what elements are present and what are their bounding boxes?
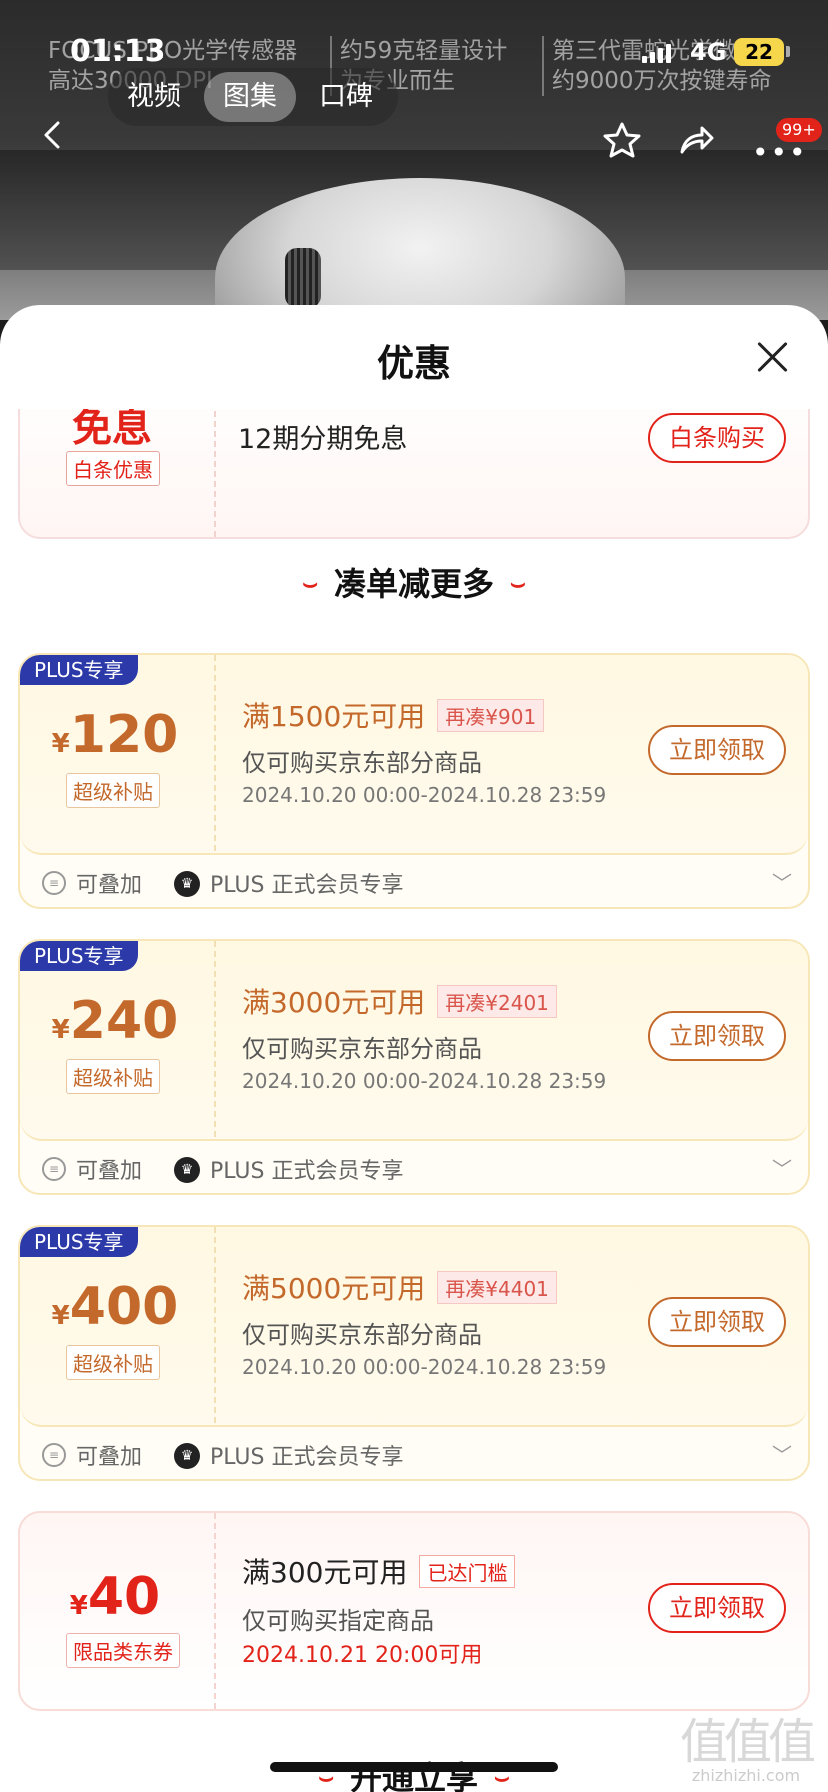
stackable-icon: ≡ <box>42 1443 66 1467</box>
coupon-type-tag: 超级补贴 <box>66 773 160 808</box>
member-label: PLUS 正式会员专享 <box>210 1445 404 1470</box>
stackable-icon: ≡ <box>42 871 66 895</box>
coupon-period: 2024.10.20 00:00-2024.10.28 23:59 <box>242 1069 607 1093</box>
favorite-star-icon[interactable] <box>602 120 642 160</box>
chevron-down-icon[interactable]: ﹀ <box>772 867 792 896</box>
card-divider <box>214 655 216 851</box>
claim-button[interactable]: 立即领取 <box>648 1583 786 1633</box>
stackable-icon: ≡ <box>42 1157 66 1181</box>
chevron-down-icon[interactable]: ﹀ <box>772 1439 792 1468</box>
need-more-badge: 再凑¥901 <box>437 698 545 732</box>
coupon-footer[interactable]: ≡ 可叠加 ♛ PLUS 正式会员专享 ﹀ <box>20 1427 808 1479</box>
member-label: PLUS 正式会员专享 <box>210 873 404 898</box>
crown-icon: ♛ <box>174 871 200 897</box>
coupon-amount: ¥240 <box>51 991 179 1051</box>
coupon-footer[interactable]: ≡ 可叠加 ♛ PLUS 正式会员专享 ﹀ <box>20 855 808 907</box>
chevron-down-icon[interactable]: ﹀ <box>772 1153 792 1182</box>
coupon-period: 2024.10.20 00:00-2024.10.28 23:59 <box>242 1355 607 1379</box>
tab-video[interactable]: 视频 <box>108 68 200 126</box>
card-divider <box>214 1513 216 1709</box>
status-time: 01:13 <box>70 34 166 69</box>
baitiao-tag: 白条优惠 <box>66 451 160 486</box>
plus-coupon-card: PLUS专享 ¥120 超级补贴 满1500元可用 再凑¥901 仅可购买京东部分… <box>18 653 810 909</box>
watermark-logo: 值值值 zhizhizhi.com <box>679 1714 816 1785</box>
coupon-condition: 满5000元可用 再凑¥4401 <box>242 1267 557 1307</box>
discount-list[interactable]: 免息 白条优惠 12期分期免息 白条购买 ⌣ 凑单减更多 ⌣ PLUS专享 ¥120… <box>0 409 828 1792</box>
coupon-type-tag: 超级补贴 <box>66 1059 160 1094</box>
jd-coupon-card: ¥40 限品类东券 满300元可用 已达门槛 仅可购买指定商品 2024.10.2… <box>18 1511 810 1711</box>
coupon-amount: ¥120 <box>51 705 179 765</box>
baitiao-highlight: 免息 <box>72 409 152 451</box>
coupon-footer[interactable]: ≡ 可叠加 ♛ PLUS 正式会员专享 ﹀ <box>20 1141 808 1193</box>
plus-badge: PLUS专享 <box>20 1227 138 1257</box>
coupon-amount: ¥40 <box>69 1567 161 1627</box>
baitiao-description: 12期分期免息 <box>238 424 408 455</box>
battery-tip <box>786 46 790 57</box>
message-count-badge: 99+ <box>776 118 822 142</box>
crown-icon: ♛ <box>174 1157 200 1183</box>
tab-reviews[interactable]: 口碑 <box>300 68 392 126</box>
coupon-main: PLUS专享 ¥400 超级补贴 满5000元可用 再凑¥4401 仅可购买京东部… <box>20 1227 808 1427</box>
plus-coupon-card: PLUS专享 ¥400 超级补贴 满5000元可用 再凑¥4401 仅可购买京东部… <box>18 1225 810 1481</box>
need-more-badge: 再凑¥2401 <box>437 984 557 1018</box>
decor-chevron-icon: ⌣ <box>510 569 526 597</box>
claim-button[interactable]: 立即领取 <box>648 1011 786 1061</box>
coupon-condition: 满3000元可用 再凑¥2401 <box>242 981 557 1021</box>
network-type: 4G <box>690 38 727 66</box>
decor-chevron-icon: ⌣ <box>302 569 318 597</box>
coupon-condition: 满1500元可用 再凑¥901 <box>242 695 545 735</box>
tab-gallery[interactable]: 图集 <box>204 72 296 122</box>
claim-button[interactable]: 立即领取 <box>648 1297 786 1347</box>
card-divider <box>214 1227 216 1423</box>
coupon-type-tag: 限品类东券 <box>66 1633 180 1668</box>
discount-sheet: 优惠 免息 白条优惠 12期分期免息 白条购买 ⌣ 凑单减更多 ⌣ PLUS专享 ¥… <box>0 305 828 1792</box>
section-heading-more: ⌣ 凑单减更多 ⌣ <box>302 565 526 603</box>
plus-coupon-card: PLUS专享 ¥240 超级补贴 满3000元可用 再凑¥2401 仅可购买京东部… <box>18 939 810 1195</box>
coupon-type-tag: 超级补贴 <box>66 1345 160 1380</box>
card-divider <box>214 409 216 537</box>
stackable-label: 可叠加 <box>76 873 143 898</box>
threshold-reached-badge: 已达门槛 <box>419 1554 516 1588</box>
coupon-scope: 仅可购买京东部分商品 <box>242 1035 482 1063</box>
coupon-main: PLUS专享 ¥120 超级补贴 满1500元可用 再凑¥901 仅可购买京东部分… <box>20 655 808 855</box>
coupon-main: PLUS专享 ¥240 超级补贴 满3000元可用 再凑¥2401 仅可购买京东部… <box>20 941 808 1141</box>
share-icon[interactable] <box>676 120 716 160</box>
coupon-scope: 仅可购买指定商品 <box>242 1607 434 1635</box>
coupon-amount: ¥400 <box>51 1277 179 1337</box>
mouse-wheel <box>285 248 321 308</box>
coupon-scope: 仅可购买京东部分商品 <box>242 749 482 777</box>
plus-badge: PLUS专享 <box>20 655 138 685</box>
sheet-title: 优惠 <box>377 342 451 385</box>
baitiao-offer-card: 免息 白条优惠 12期分期免息 白条购买 <box>18 409 810 539</box>
coupon-period: 2024.10.20 00:00-2024.10.28 23:59 <box>242 783 607 807</box>
stackable-label: 可叠加 <box>76 1445 143 1470</box>
baitiao-buy-button[interactable]: 白条购买 <box>648 413 786 463</box>
member-label: PLUS 正式会员专享 <box>210 1159 404 1184</box>
back-icon[interactable] <box>38 120 68 150</box>
crown-icon: ♛ <box>174 1443 200 1469</box>
media-tabs: 视频 图集 口碑 <box>108 68 398 126</box>
stackable-label: 可叠加 <box>76 1159 143 1184</box>
coupon-scope: 仅可购买京东部分商品 <box>242 1321 482 1349</box>
card-divider <box>214 941 216 1137</box>
claim-button[interactable]: 立即领取 <box>648 725 786 775</box>
coupon-period: 2024.10.21 20:00可用 <box>242 1643 483 1668</box>
battery-icon: 22 <box>734 38 784 66</box>
need-more-badge: 再凑¥4401 <box>437 1270 557 1304</box>
plus-badge: PLUS专享 <box>20 941 138 971</box>
home-indicator[interactable] <box>270 1762 558 1772</box>
signal-icon <box>642 44 671 63</box>
close-icon[interactable] <box>756 341 788 373</box>
coupon-condition: 满300元可用 已达门槛 <box>242 1551 516 1591</box>
